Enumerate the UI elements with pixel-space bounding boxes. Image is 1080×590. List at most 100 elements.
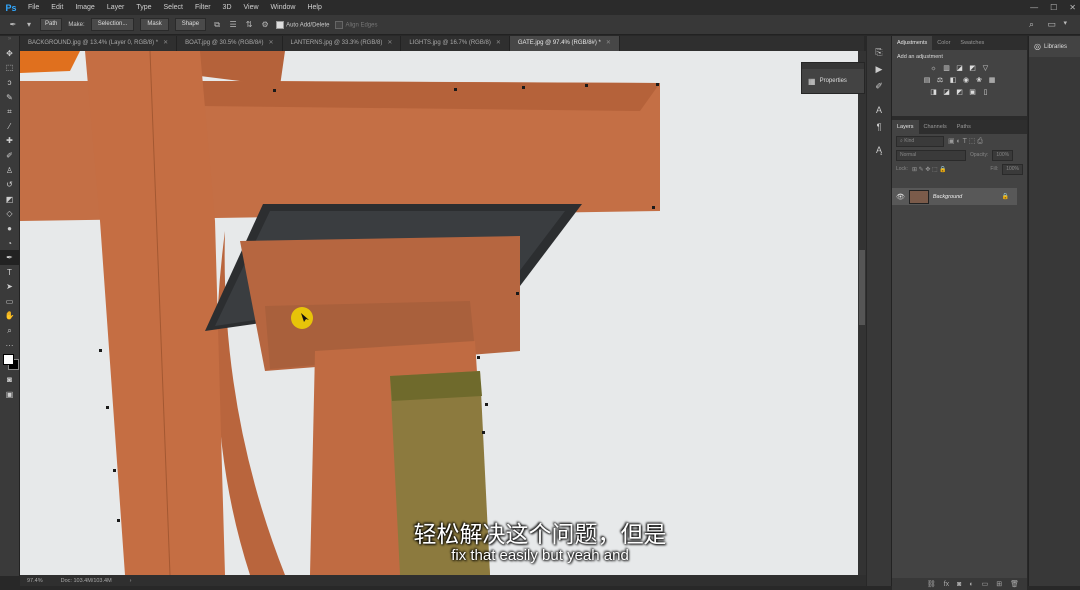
- crop-tool-icon[interactable]: ⌗: [0, 104, 19, 119]
- threshold-icon[interactable]: ◩: [955, 88, 964, 97]
- menu-filter[interactable]: Filter: [189, 0, 217, 15]
- screen-mode-icon[interactable]: ▣: [0, 387, 19, 402]
- hue-saturation-icon[interactable]: ▤: [923, 76, 932, 85]
- paint-bucket-tool-icon[interactable]: ◇: [0, 207, 19, 222]
- menu-layer[interactable]: Layer: [101, 0, 131, 15]
- quick-selection-tool-icon[interactable]: ✎: [0, 90, 19, 105]
- status-menu-arrow[interactable]: ›: [130, 578, 132, 584]
- menu-view[interactable]: View: [238, 0, 265, 15]
- minimize-button[interactable]: —: [1030, 3, 1038, 12]
- character-panel-icon[interactable]: A: [867, 101, 891, 118]
- eye-icon[interactable]: 👁: [896, 193, 905, 201]
- gear-icon[interactable]: ⚙: [260, 20, 270, 30]
- rectangle-tool-icon[interactable]: ▭: [0, 294, 19, 309]
- maximize-button[interactable]: ☐: [1050, 3, 1057, 12]
- marquee-tool-icon[interactable]: ⬚: [0, 61, 19, 76]
- history-brush-tool-icon[interactable]: ↺: [0, 177, 19, 192]
- hand-tool-icon[interactable]: ✋: [0, 309, 19, 324]
- selection-button[interactable]: Selection...: [90, 18, 135, 31]
- path-selection-tool-icon[interactable]: ➤: [0, 280, 19, 295]
- invert-icon[interactable]: ◨: [929, 88, 938, 97]
- document-canvas[interactable]: [20, 51, 858, 575]
- dodge-tool-icon[interactable]: ◔: [0, 236, 19, 251]
- color-balance-icon[interactable]: ⚖: [936, 76, 945, 85]
- clone-stamp-tool-icon[interactable]: ♙: [0, 163, 19, 178]
- mask-button[interactable]: Mask: [140, 18, 169, 31]
- pen-tool-icon[interactable]: ✒: [0, 250, 19, 265]
- black-white-icon[interactable]: ◧: [949, 76, 958, 85]
- link-icon[interactable]: ⛓: [927, 580, 936, 588]
- tab-gate[interactable]: GATE.jpg @ 97.4% (RGB/8#) * ✕: [509, 36, 620, 51]
- close-icon[interactable]: ✕: [269, 40, 274, 46]
- collapse-icon[interactable]: »: [0, 36, 19, 46]
- tab-swatches[interactable]: Swatches: [955, 36, 989, 50]
- color-lookup-icon[interactable]: ▦: [988, 76, 997, 85]
- layer-row-background[interactable]: 👁 Background 🔒: [892, 188, 1017, 205]
- menu-help[interactable]: Help: [301, 0, 327, 15]
- auto-add-delete-checkbox[interactable]: Auto Add/Delete: [276, 20, 329, 29]
- paragraph-panel-icon[interactable]: ¶: [867, 118, 891, 135]
- libraries-button[interactable]: ◎ Libraries: [1029, 36, 1080, 57]
- levels-icon[interactable]: ▥: [942, 64, 951, 73]
- lasso-tool-icon[interactable]: ↄ: [0, 75, 19, 90]
- tab-paths[interactable]: Paths: [952, 120, 976, 134]
- folder-icon[interactable]: ▭: [982, 580, 989, 588]
- tab-channels[interactable]: Channels: [919, 120, 952, 134]
- zoom-level[interactable]: 97.4%: [27, 578, 43, 584]
- blend-mode-select[interactable]: Normal: [896, 149, 966, 161]
- tab-color[interactable]: Color: [932, 36, 955, 50]
- new-layer-icon[interactable]: ⊞: [996, 580, 1002, 588]
- fill-field[interactable]: 100%: [1002, 163, 1023, 175]
- tab-adjustments[interactable]: Adjustments: [892, 36, 933, 50]
- menu-edit[interactable]: Edit: [45, 0, 69, 15]
- trash-icon[interactable]: 🗑: [1010, 580, 1019, 588]
- quick-mask-icon[interactable]: ◙: [0, 372, 19, 387]
- filter-icons[interactable]: ▣ ◐ T ⬚ ⎙: [948, 137, 983, 146]
- chevron-down-icon[interactable]: ▾: [24, 20, 34, 30]
- tab-layers[interactable]: Layers: [892, 120, 919, 134]
- workspace-icon[interactable]: ▭: [1047, 19, 1056, 30]
- path-mode-select[interactable]: Path: [40, 18, 63, 31]
- path-arrangement-icon[interactable]: ⇅: [244, 20, 254, 30]
- properties-panel[interactable]: ▦ Properties: [801, 62, 865, 94]
- close-icon[interactable]: ✕: [496, 40, 501, 46]
- menu-window[interactable]: Window: [265, 0, 302, 15]
- menu-select[interactable]: Select: [158, 0, 189, 15]
- path-alignment-icon[interactable]: ☰: [228, 20, 238, 30]
- exposure-icon[interactable]: ◩: [968, 64, 977, 73]
- brightness-contrast-icon[interactable]: ☼: [929, 64, 938, 73]
- photo-filter-icon[interactable]: ◉: [962, 76, 971, 85]
- glyphs-panel-icon[interactable]: Ą: [867, 141, 891, 158]
- layer-filter-kind[interactable]: ⌕ Kind: [896, 135, 944, 147]
- menu-3d[interactable]: 3D: [217, 0, 238, 15]
- scrollbar-thumb[interactable]: [859, 250, 865, 325]
- type-tool-icon[interactable]: T: [0, 265, 19, 280]
- more-tools-icon[interactable]: ···: [0, 338, 19, 353]
- tab-lights[interactable]: LIGHTS.jpg @ 16.7% (RGB/8) ✕: [401, 36, 510, 51]
- chevron-down-icon[interactable]: ▾: [1063, 19, 1067, 27]
- shape-button[interactable]: Shape: [174, 18, 207, 31]
- actions-panel-icon[interactable]: ▶: [867, 61, 891, 78]
- tab-lanterns[interactable]: LANTERNS.jpg @ 33.3% (RGB/8) ✕: [283, 36, 402, 51]
- close-icon[interactable]: ✕: [606, 40, 611, 46]
- menu-image[interactable]: Image: [69, 0, 100, 15]
- eyedropper-tool-icon[interactable]: ⁄: [0, 119, 19, 134]
- menu-file[interactable]: File: [22, 0, 45, 15]
- history-panel-icon[interactable]: ⎘: [867, 44, 891, 61]
- adjustment-layer-icon[interactable]: ◐: [969, 581, 973, 588]
- brush-panel-icon[interactable]: ✐: [867, 78, 891, 95]
- vibrance-icon[interactable]: ▽: [981, 64, 990, 73]
- brush-tool-icon[interactable]: ✐: [0, 148, 19, 163]
- curves-icon[interactable]: ◪: [955, 64, 964, 73]
- move-tool-icon[interactable]: ✥: [0, 46, 19, 61]
- selective-color-icon[interactable]: ▣: [968, 88, 977, 97]
- tab-background[interactable]: BACKGROUND.jpg @ 13.4% (Layer 0, RGB/8) …: [20, 36, 178, 51]
- eraser-tool-icon[interactable]: ◩: [0, 192, 19, 207]
- tab-boat[interactable]: BOAT.jpg @ 30.5% (RGB/8#) ✕: [177, 36, 283, 51]
- color-swatches[interactable]: [0, 352, 19, 372]
- opacity-field[interactable]: 100%: [992, 149, 1014, 161]
- path-operations-icon[interactable]: ⧉: [212, 20, 222, 30]
- align-edges-checkbox[interactable]: Align Edges: [335, 20, 377, 29]
- close-icon[interactable]: ✕: [163, 40, 168, 46]
- blur-tool-icon[interactable]: ●: [0, 221, 19, 236]
